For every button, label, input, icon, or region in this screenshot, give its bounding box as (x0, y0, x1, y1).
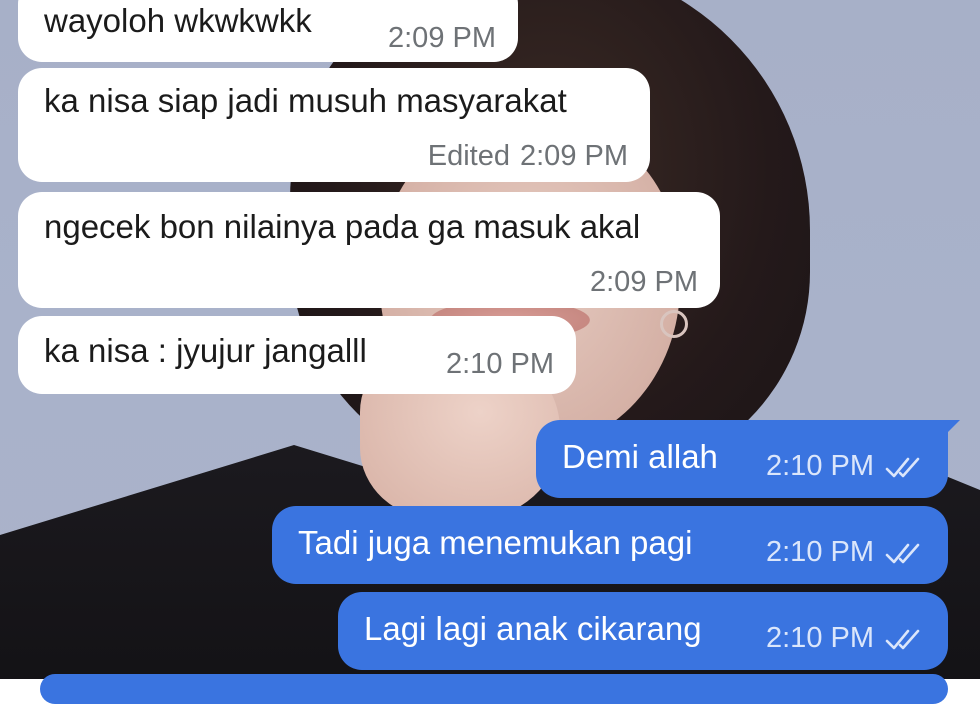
message-text: wayoloh wkwkwkk (44, 2, 312, 39)
edited-label: Edited (427, 140, 510, 172)
message-text: Demi allah (562, 438, 718, 475)
message-time: 2:10 PM (766, 536, 874, 568)
incoming-message[interactable]: ka nisa siap jadi musuh masyarakat Edite… (18, 68, 650, 182)
message-text: Tadi juga menemukan pagi (298, 524, 693, 561)
wallpaper-photo-earring (660, 310, 688, 338)
message-meta: 2:10 PM (766, 450, 926, 483)
message-time: 2:10 PM (446, 348, 554, 380)
message-meta: 2:09 PM (388, 22, 496, 55)
message-time: 2:09 PM (590, 266, 698, 298)
message-text: ka nisa siap jadi musuh masyarakat (44, 82, 567, 119)
message-text: Lagi lagi anak cikarang (364, 610, 702, 647)
incoming-message[interactable]: ngecek bon nilainya pada ga masuk akal 2… (18, 192, 720, 308)
message-meta: 2:09 PM (590, 266, 698, 299)
message-time: 2:09 PM (520, 140, 628, 172)
message-meta: 2:10 PM (766, 536, 926, 569)
message-meta: Edited 2:09 PM (428, 140, 628, 173)
incoming-message[interactable]: ka nisa : jyujur jangalll 2:10 PM (18, 316, 576, 394)
message-time: 2:10 PM (766, 622, 874, 654)
outgoing-message[interactable]: Demi allah 2:10 PM (536, 420, 960, 498)
message-text: ka nisa : jyujur jangalll (44, 332, 367, 369)
message-time: 2:09 PM (388, 22, 496, 54)
message-time: 2:10 PM (766, 450, 874, 482)
message-meta: 2:10 PM (446, 348, 554, 381)
message-text: ngecek bon nilainya pada ga masuk akal (44, 208, 641, 245)
incoming-message[interactable]: wayoloh wkwkwkk 2:09 PM (18, 0, 518, 62)
outgoing-message[interactable]: Tadi juga menemukan pagi 2:10 PM (272, 506, 948, 584)
double-check-icon (885, 543, 920, 563)
double-check-icon (885, 457, 920, 477)
double-check-icon (885, 629, 920, 649)
message-meta: 2:10 PM (766, 622, 926, 655)
outgoing-message[interactable]: Lagi lagi anak cikarang 2:10 PM (338, 592, 948, 670)
